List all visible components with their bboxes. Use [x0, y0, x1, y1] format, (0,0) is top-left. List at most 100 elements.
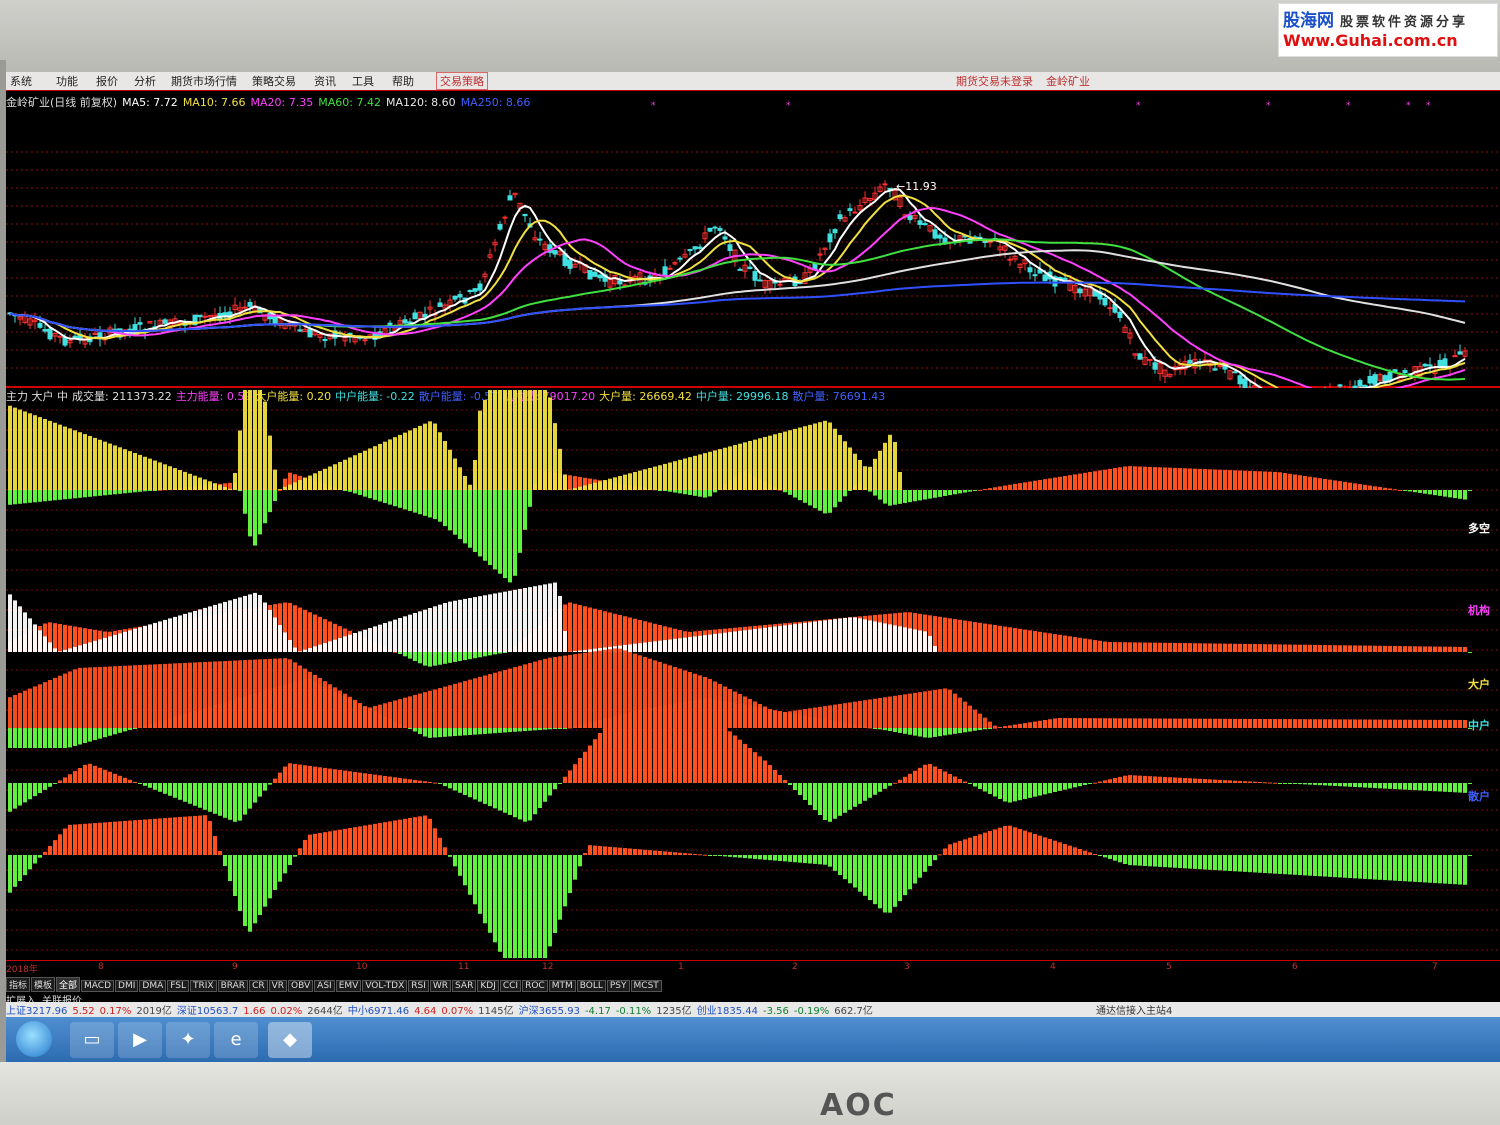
indicator-bar-highlight: [738, 630, 742, 652]
trading-app-icon[interactable]: ◆: [268, 1022, 312, 1058]
indicator-bar: [293, 855, 297, 857]
indicator-tab[interactable]: CR: [249, 980, 268, 992]
candle-body: [662, 266, 668, 277]
indicator-bar: [1028, 481, 1032, 490]
bird-app-icon[interactable]: ✦: [166, 1022, 210, 1058]
indicator-bar-highlight: [468, 484, 472, 490]
indicator-tab[interactable]: 模板: [31, 977, 56, 992]
indicator-bar: [533, 728, 537, 731]
folder-icon[interactable]: ▭: [70, 1022, 114, 1058]
indicator-bar-highlight: [693, 455, 697, 490]
indicator-bar: [1418, 855, 1422, 883]
indicator-bar: [68, 625, 72, 652]
indicator-bar: [108, 771, 112, 783]
candle-body: [522, 213, 528, 217]
indicator-bar-highlight: [598, 481, 602, 490]
media-player-icon[interactable]: ▶: [118, 1022, 162, 1058]
price-chart[interactable]: ←11.93←6.62*******: [6, 92, 1500, 388]
indicator-bar: [978, 783, 982, 789]
indicator-tab[interactable]: ASI: [314, 980, 335, 992]
indicator-tab[interactable]: TRIX: [190, 980, 217, 992]
indicator-bar: [1293, 719, 1297, 728]
indicator-bar: [893, 490, 897, 505]
indicator-bar-highlight: [398, 434, 402, 490]
menu-item-9[interactable]: 交易策略: [436, 72, 488, 90]
menu-item-2[interactable]: 报价: [96, 73, 118, 89]
indicator-bar-highlight: [293, 482, 297, 490]
indicator-tab[interactable]: MCST: [630, 980, 662, 992]
indicator-bar: [508, 490, 512, 583]
indicator-bar-highlight: [213, 483, 217, 490]
indicator-bar-highlight: [888, 434, 892, 490]
indicator-bar: [1338, 481, 1342, 490]
indicator-bar: [43, 851, 47, 855]
indicator-tab[interactable]: FSL: [167, 980, 189, 992]
indicator-bar-highlight: [343, 459, 347, 490]
indicator-bar: [858, 783, 862, 804]
indicator-chart[interactable]: [6, 390, 1500, 958]
indicator-tab[interactable]: RSI: [408, 980, 429, 992]
indicator-bar-highlight: [638, 643, 642, 652]
indicator-bar-highlight: [418, 611, 422, 652]
indicator-tab[interactable]: MACD: [81, 980, 115, 992]
indicator-tab[interactable]: ROC: [522, 980, 548, 992]
indicator-tab[interactable]: PSY: [606, 980, 630, 992]
indicator-bar-highlight: [478, 596, 482, 652]
indicator-tab[interactable]: DMA: [139, 980, 167, 992]
indicator-bar: [1453, 783, 1457, 793]
indicator-bar-highlight: [673, 638, 677, 652]
indicator-bar-highlight: [553, 423, 557, 490]
indicator-bar-highlight: [228, 488, 232, 490]
indicator-bar: [78, 768, 82, 783]
indicator-bar: [623, 721, 627, 783]
indicator-bar-highlight: [618, 476, 622, 490]
indicator-bar: [1088, 852, 1092, 855]
indicator-tab[interactable]: DMI: [115, 980, 139, 992]
indicator-bar: [778, 855, 782, 861]
indicator-bar: [1308, 719, 1312, 728]
indicator-tab[interactable]: BOLL: [576, 980, 606, 992]
indicator-bar: [1168, 467, 1172, 490]
indicator-bar-highlight: [13, 695, 17, 728]
indicator-bar: [1083, 850, 1087, 855]
menu-item-1[interactable]: 功能: [56, 73, 78, 89]
indicator-tab[interactable]: CCI: [499, 980, 522, 992]
menu-item-0[interactable]: 系统: [10, 73, 32, 89]
indicator-tab[interactable]: SAR: [452, 980, 477, 992]
indicator-bar-highlight: [748, 629, 752, 652]
indicator-bar: [1088, 783, 1092, 784]
indicator-tab[interactable]: 指标: [6, 977, 31, 992]
menu-item-7[interactable]: 工具: [352, 73, 374, 89]
menu-item-5[interactable]: 策略交易: [252, 73, 296, 89]
browser-icon[interactable]: e: [214, 1022, 258, 1058]
indicator-bar: [1323, 478, 1327, 490]
indicator-bar: [438, 837, 442, 855]
indicator-bar-highlight: [593, 651, 597, 728]
indicator-bar-highlight: [558, 656, 562, 728]
start-button[interactable]: [16, 1021, 52, 1057]
indicator-tab[interactable]: EMV: [335, 980, 362, 992]
menu-item-8[interactable]: 帮助: [392, 73, 414, 89]
indicator-tab[interactable]: MTM: [548, 980, 576, 992]
menu-item-6[interactable]: 资讯: [314, 73, 336, 89]
indicator-bar: [563, 728, 567, 729]
indicator-bar: [413, 728, 417, 732]
indicator-tab[interactable]: VR: [268, 980, 288, 992]
indicator-bar-highlight: [173, 468, 177, 490]
indicator-tab[interactable]: VOL-TDX: [362, 980, 408, 992]
indicator-bar: [1388, 645, 1392, 652]
indicator-bar: [1268, 719, 1272, 728]
indicator-tab[interactable]: 全部: [56, 977, 81, 992]
indicator-tab[interactable]: KDJ: [477, 980, 499, 992]
indicator-bar: [1318, 719, 1322, 728]
indicator-bar-highlight: [128, 665, 132, 728]
indicator-bar: [308, 765, 312, 783]
menu-item-4[interactable]: 期货市场行情: [171, 73, 237, 89]
indicator-bar: [158, 818, 162, 855]
indicator-bar-highlight: [863, 619, 867, 652]
indicator-tab[interactable]: WR: [429, 980, 452, 992]
indicator-tab[interactable]: BRAR: [217, 980, 249, 992]
menu-item-3[interactable]: 分析: [134, 73, 156, 89]
indicator-bar-highlight: [568, 654, 572, 728]
indicator-tab[interactable]: OBV: [288, 980, 314, 992]
